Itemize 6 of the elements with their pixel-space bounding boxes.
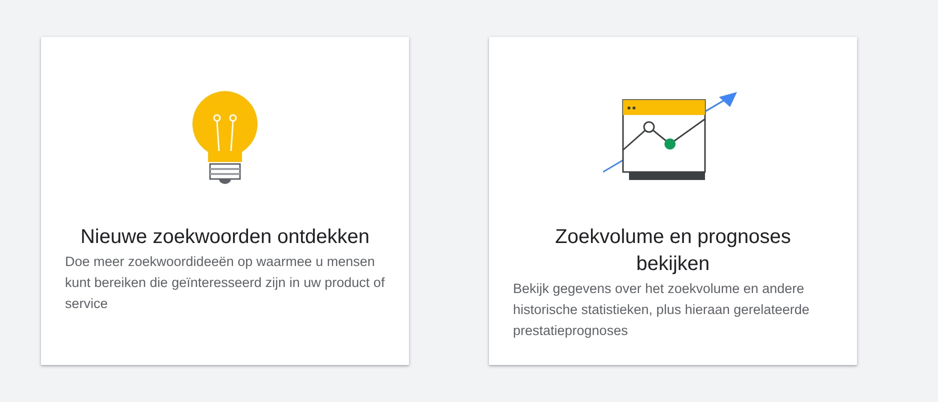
- card-description: Bekijk gegevens over het zoekvolume en andere historische statistieken, plus hieraan gerelateerde prestatieprognoses: [513, 280, 810, 340]
- card-title: Nieuwe zoekwoorden ontdekken: [80, 225, 370, 250]
- option-card[interactable]: Zoekvolume en prognoses bekijken Bekijk gegevens over het zoekvolume en andere historische statistieken, plus hieraan gerelateerde prestatieprognoses: [489, 37, 857, 365]
- card-title: Zoekvolume en prognoses bekijken: [554, 225, 792, 277]
- card-description: Doe meer zoekwoordideeën op waarmee u mensen kunt bereiken die geïnteresseerd zijn in uw product of service: [65, 253, 385, 313]
- option-card[interactable]: Nieuwe zoekwoorden ontdekken Doe meer zoekwoordideeën op waarmee u mensen kunt bereiken die geïnteresseerd zijn in uw product of service: [41, 37, 409, 365]
